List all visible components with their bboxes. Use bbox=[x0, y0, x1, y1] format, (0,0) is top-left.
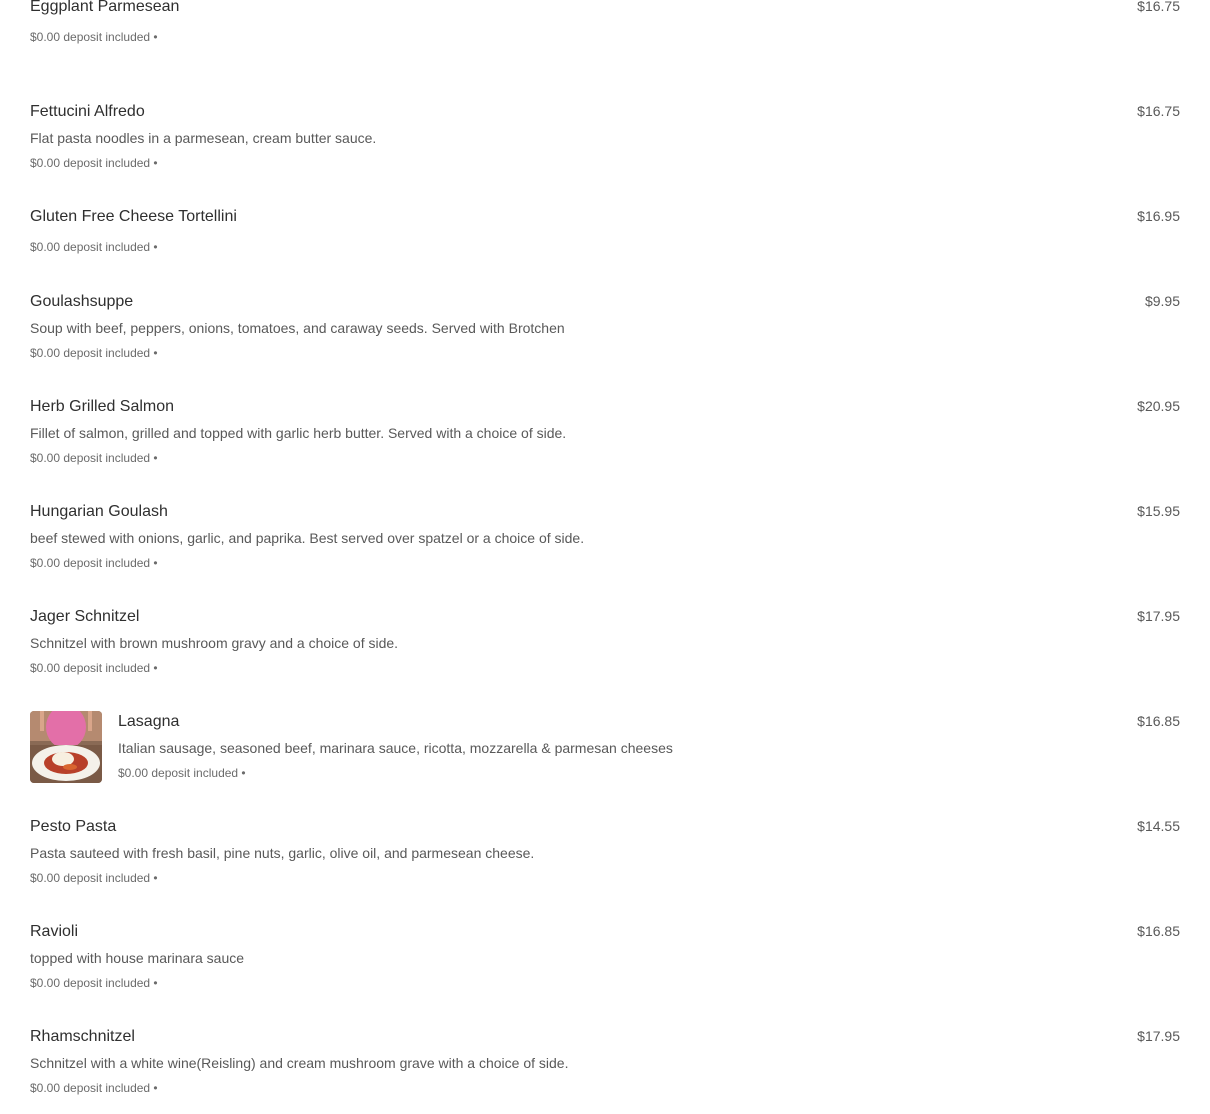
item-name: Rhamschnitzel bbox=[30, 1028, 135, 1045]
item-name: Herb Grilled Salmon bbox=[30, 398, 175, 415]
item-price: $15.95 bbox=[1137, 503, 1180, 519]
item-name: Hungarian Goulash bbox=[30, 503, 168, 520]
item-deposit: $0.00 deposit included • bbox=[30, 240, 158, 254]
item-deposit: $0.00 deposit included • bbox=[30, 661, 158, 675]
item-body: Hungarian Goulash beef stewed with onion… bbox=[30, 502, 1070, 571]
item-description: Pasta sauteed with fresh basil, pine nut… bbox=[30, 845, 535, 861]
item-deposit: $0.00 deposit included • bbox=[30, 451, 158, 465]
item-price: $20.95 bbox=[1137, 398, 1180, 414]
menu-item-pesto-pasta[interactable]: Pesto Pasta Pasta sauteed with fresh bas… bbox=[0, 799, 1210, 904]
item-description: Schnitzel with a white wine(Reisling) an… bbox=[30, 1055, 569, 1071]
item-deposit: $0.00 deposit included • bbox=[30, 871, 158, 885]
item-deposit: $0.00 deposit included • bbox=[30, 1081, 158, 1095]
item-price: $16.85 bbox=[1137, 713, 1180, 729]
menu-item-hungarian-goulash[interactable]: Hungarian Goulash beef stewed with onion… bbox=[0, 484, 1210, 589]
item-deposit: $0.00 deposit included • bbox=[30, 30, 158, 44]
item-name: Pesto Pasta bbox=[30, 818, 117, 835]
item-deposit: $0.00 deposit included • bbox=[30, 156, 158, 170]
item-body: Ravioli topped with house marinara sauce… bbox=[30, 922, 1070, 991]
menu-item-goulashsuppe[interactable]: Goulashsuppe Soup with beef, peppers, on… bbox=[0, 274, 1210, 379]
menu-item-gluten-free-cheese-tortellini[interactable]: Gluten Free Cheese Tortellini $0.00 depo… bbox=[0, 189, 1210, 274]
menu-item-ravioli[interactable]: Ravioli topped with house marinara sauce… bbox=[0, 904, 1210, 1009]
item-deposit: $0.00 deposit included • bbox=[30, 976, 158, 990]
item-name: Jager Schnitzel bbox=[30, 608, 140, 625]
item-name: Ravioli bbox=[30, 923, 79, 940]
menu-item-herb-grilled-salmon[interactable]: Herb Grilled Salmon Fillet of salmon, gr… bbox=[0, 379, 1210, 484]
menu-item-lasagna[interactable]: Lasagna Italian sausage, seasoned beef, … bbox=[0, 694, 1210, 799]
menu-item-list: Eggplant Parmesean $0.00 deposit include… bbox=[0, 0, 1210, 1114]
item-body: Pesto Pasta Pasta sauteed with fresh bas… bbox=[30, 817, 1070, 886]
item-description: Flat pasta noodles in a parmesean, cream… bbox=[30, 130, 377, 146]
lasagna-photo[interactable] bbox=[30, 711, 102, 783]
item-name: Fettucini Alfredo bbox=[30, 103, 145, 120]
item-price: $17.95 bbox=[1137, 1028, 1180, 1044]
item-description: Fillet of salmon, grilled and topped wit… bbox=[30, 425, 567, 441]
item-name: Gluten Free Cheese Tortellini bbox=[30, 208, 237, 225]
menu-item-rhamschnitzel[interactable]: Rhamschnitzel Schnitzel with a white win… bbox=[0, 1009, 1210, 1114]
item-body: Herb Grilled Salmon Fillet of salmon, gr… bbox=[30, 397, 1070, 466]
item-body: Goulashsuppe Soup with beef, peppers, on… bbox=[30, 292, 1070, 361]
item-deposit: $0.00 deposit included • bbox=[30, 346, 158, 360]
item-deposit: $0.00 deposit included • bbox=[118, 766, 246, 780]
menu-item-fettucini-alfredo[interactable]: Fettucini Alfredo Flat pasta noodles in … bbox=[0, 84, 1210, 189]
item-body: Rhamschnitzel Schnitzel with a white win… bbox=[30, 1027, 1070, 1096]
item-price: $17.95 bbox=[1137, 608, 1180, 624]
item-deposit: $0.00 deposit included • bbox=[30, 556, 158, 570]
item-price: $16.75 bbox=[1137, 103, 1180, 119]
item-price: $14.55 bbox=[1137, 818, 1180, 834]
item-description: beef stewed with onions, garlic, and pap… bbox=[30, 530, 585, 546]
item-name: Lasagna bbox=[118, 713, 180, 730]
item-price: $16.95 bbox=[1137, 208, 1180, 224]
item-description: Italian sausage, seasoned beef, marinara… bbox=[118, 740, 673, 756]
menu-item-jager-schnitzel[interactable]: Jager Schnitzel Schnitzel with brown mus… bbox=[0, 589, 1210, 694]
item-price: $16.85 bbox=[1137, 923, 1180, 939]
item-price: $9.95 bbox=[1144, 293, 1180, 309]
item-body: Jager Schnitzel Schnitzel with brown mus… bbox=[30, 607, 1070, 676]
item-body: Fettucini Alfredo Flat pasta noodles in … bbox=[30, 102, 1070, 171]
item-body: Eggplant Parmesean $0.00 deposit include… bbox=[30, 0, 1070, 45]
menu-item-eggplant-parmesean[interactable]: Eggplant Parmesean $0.00 deposit include… bbox=[0, 0, 1210, 84]
item-body: Gluten Free Cheese Tortellini $0.00 depo… bbox=[30, 207, 1070, 255]
item-body: Lasagna Italian sausage, seasoned beef, … bbox=[118, 712, 1070, 781]
item-name: Goulashsuppe bbox=[30, 293, 134, 310]
item-description: topped with house marinara sauce bbox=[30, 950, 245, 966]
item-description: Soup with beef, peppers, onions, tomatoe… bbox=[30, 320, 565, 336]
item-price: $16.75 bbox=[1137, 0, 1180, 14]
item-description: Schnitzel with brown mushroom gravy and … bbox=[30, 635, 399, 651]
item-name: Eggplant Parmesean bbox=[30, 0, 180, 15]
